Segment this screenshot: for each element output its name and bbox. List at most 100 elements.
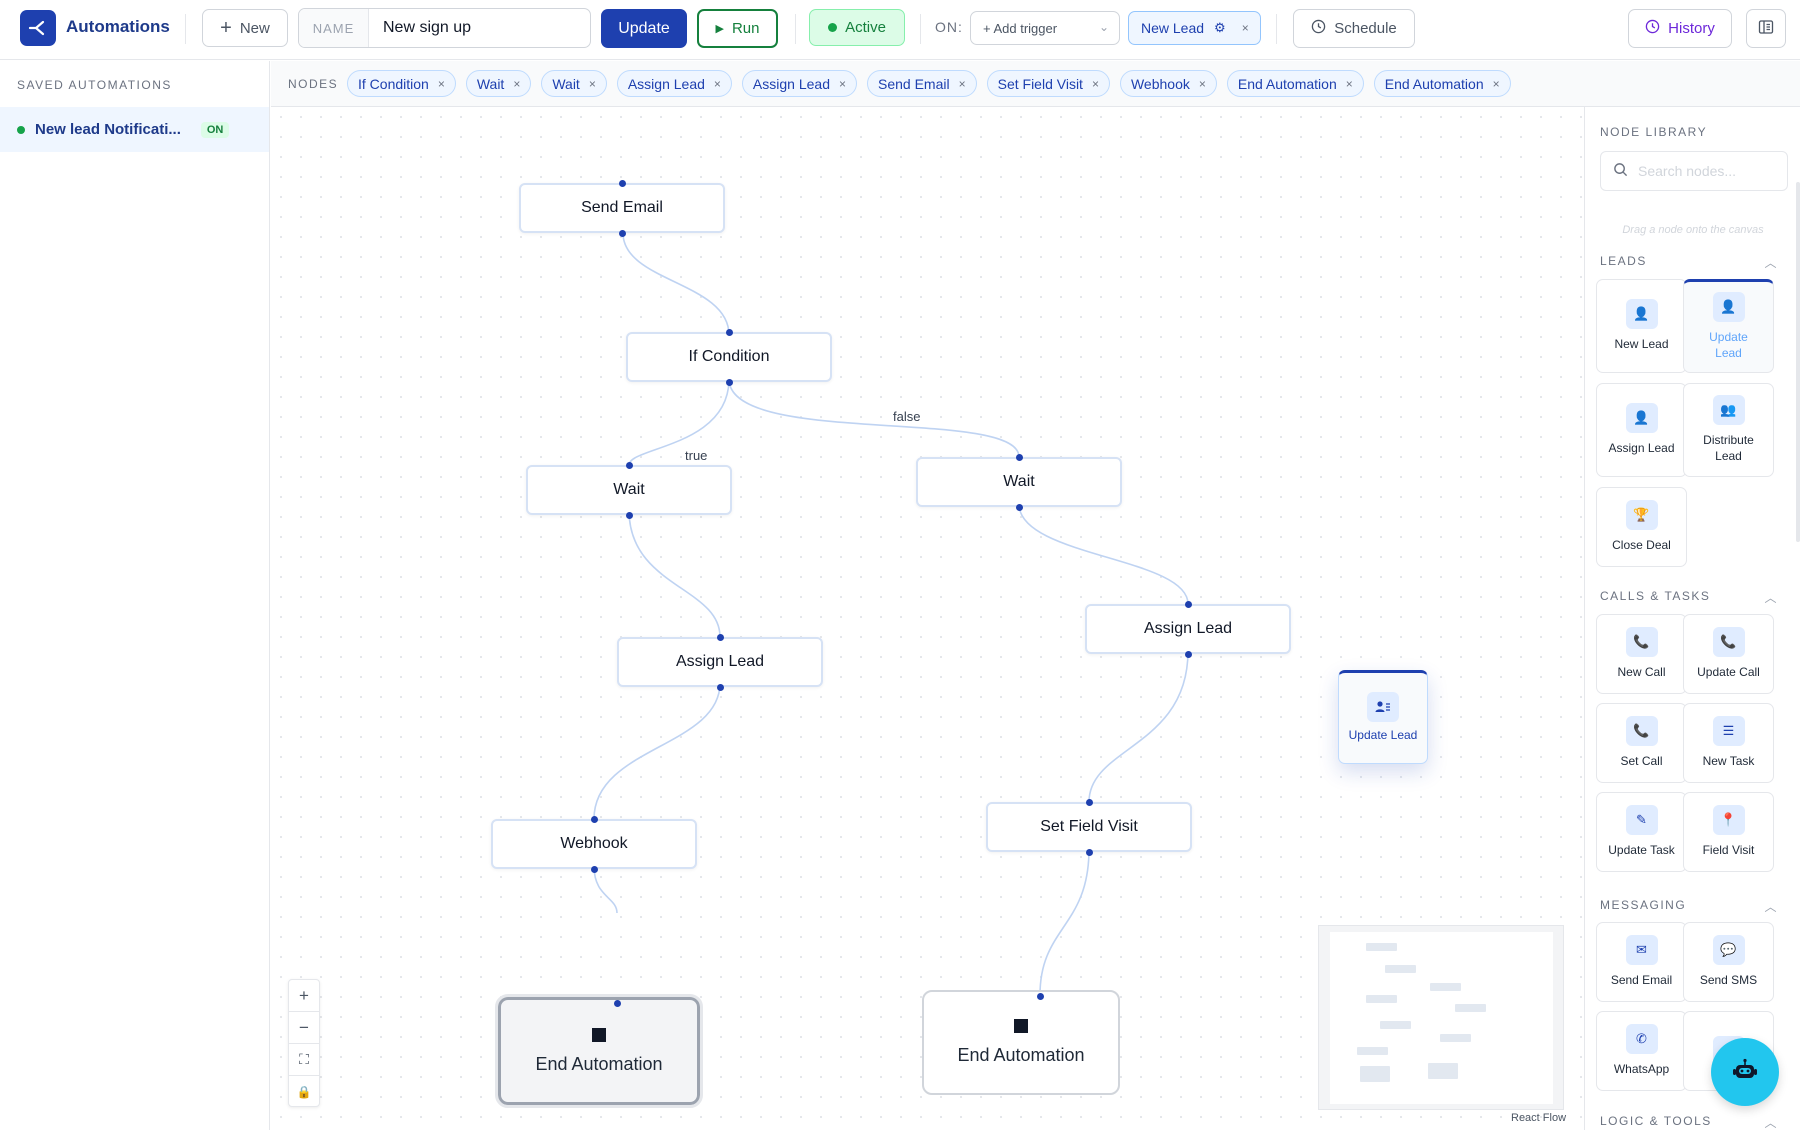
automation-name-field[interactable]: NAME New sign up [298,8,591,48]
node-chip[interactable]: If Condition × [347,70,456,97]
history-button[interactable]: History [1628,9,1732,48]
flow-node-end-automation-left[interactable]: End Automation [495,994,703,1108]
minimap[interactable] [1318,925,1564,1110]
node-chip[interactable]: Webhook × [1119,70,1217,97]
node-chip[interactable]: End Automation × [1373,70,1511,97]
flow-node-if-condition[interactable]: If Condition [626,332,832,382]
dragging-node-update-lead[interactable]: Update Lead [1338,670,1428,764]
node-chip[interactable]: Send Email × [867,70,977,97]
library-node-close-deal[interactable]: 🏆 Close Deal [1596,487,1687,567]
active-toggle[interactable]: Active [809,9,905,46]
close-icon[interactable]: × [839,77,846,91]
library-node-new-call[interactable]: 📞 New Call [1596,614,1687,694]
library-node-set-call[interactable]: 📞 Set Call [1596,703,1687,783]
library-node-new-task[interactable]: ☰ New Task [1683,703,1774,783]
chevron-up-icon[interactable]: ︿ [1764,1114,1778,1130]
library-search-field[interactable]: Search nodes... [1600,151,1788,191]
node-handle[interactable] [619,230,626,237]
flow-node-webhook[interactable]: Webhook [491,819,697,869]
library-node-distribute-lead[interactable]: 👥 Distribute Lead [1683,383,1774,477]
close-icon[interactable]: × [1199,77,1206,91]
nodes-strip-label: NODES [288,77,339,91]
node-chip[interactable]: Wait × [541,70,607,97]
flow-node-assign-lead-left[interactable]: Assign Lead [617,637,823,687]
trigger-on-label: ON: [935,19,963,35]
close-icon[interactable]: × [513,77,520,91]
library-node-update-call[interactable]: 📞 Update Call [1683,614,1774,694]
library-node-update-task[interactable]: ✎ Update Task [1596,792,1687,872]
node-chip[interactable]: Assign Lead × [616,70,732,97]
zoom-in-button[interactable]: + [289,980,319,1012]
node-handle[interactable] [717,634,724,641]
fit-view-button[interactable]: ⛶ [289,1044,319,1076]
node-handle[interactable] [1016,454,1023,461]
node-handle[interactable] [591,816,598,823]
gear-icon[interactable]: ⚙ [1214,20,1226,36]
schedule-button[interactable]: Schedule [1293,9,1415,48]
node-handle[interactable] [1086,799,1093,806]
close-icon[interactable]: × [959,77,966,91]
chevron-up-icon[interactable]: ︿ [1764,898,1778,915]
node-handle[interactable] [726,379,733,386]
library-node-whatsapp[interactable]: ✆ WhatsApp [1596,1011,1687,1091]
library-scrollbar[interactable] [1796,182,1800,542]
update-button[interactable]: Update [601,9,687,48]
name-label: NAME [299,9,369,47]
section-leads-header[interactable]: LEADS ︿ [1600,254,1778,271]
name-input[interactable]: New sign up [369,9,471,47]
node-handle[interactable] [726,329,733,336]
chatbot-button[interactable] [1711,1038,1779,1106]
close-icon[interactable]: × [1092,77,1099,91]
node-handle[interactable] [626,512,633,519]
chevron-up-icon[interactable]: ︿ [1764,254,1778,271]
flow-node-end-automation-right[interactable]: End Automation [922,990,1120,1095]
lock-button[interactable]: 🔒 [289,1076,319,1108]
close-icon[interactable]: × [1493,77,1500,91]
section-logic-header[interactable]: LOGIC & TOOLS ︿ [1600,1114,1778,1130]
node-handle[interactable] [1016,504,1023,511]
new-button[interactable]: + New [202,9,288,47]
zoom-out-button[interactable]: − [289,1012,319,1044]
library-node-send-email[interactable]: ✉ Send Email [1596,922,1687,1002]
flow-canvas[interactable]: true false Send Email If Condition Wait … [271,107,1584,1130]
library-node-assign-lead[interactable]: 👤 Assign Lead [1596,383,1687,477]
library-node-send-sms[interactable]: 💬 Send SMS [1683,922,1774,1002]
node-chip[interactable]: End Automation × [1226,70,1364,97]
node-handle[interactable] [1037,993,1044,1000]
flow-node-wait-true[interactable]: Wait [526,465,732,515]
chevron-up-icon[interactable]: ︿ [1764,589,1778,606]
node-handle[interactable] [591,866,598,873]
plus-icon: + [299,985,309,1005]
node-chip[interactable]: Assign Lead × [741,70,857,97]
node-handle[interactable] [614,1000,621,1007]
flow-node-send-email[interactable]: Send Email [519,183,725,233]
node-handle[interactable] [1185,651,1192,658]
close-icon[interactable]: × [589,77,596,91]
node-handle[interactable] [626,462,633,469]
react-flow-attribution[interactable]: React Flow [1511,1112,1566,1124]
flow-node-assign-lead-right[interactable]: Assign Lead [1085,604,1291,654]
close-icon[interactable]: × [1346,77,1353,91]
run-button[interactable]: ▶ Run [697,9,778,48]
close-icon[interactable]: × [714,77,721,91]
node-handle[interactable] [1185,601,1192,608]
node-chip[interactable]: Set Field Visit × [986,70,1110,97]
saved-automation-item[interactable]: New lead Notificati... ON [0,107,269,152]
section-calls-header[interactable]: CALLS & TASKS ︿ [1600,589,1778,606]
close-icon[interactable]: × [1242,21,1249,35]
add-trigger-select[interactable]: + Add trigger ⌄ [970,11,1120,45]
toggle-panel-button[interactable] [1746,9,1786,48]
trigger-chip-new-lead[interactable]: New Lead ⚙ × [1128,11,1261,45]
node-handle[interactable] [619,180,626,187]
library-node-field-visit[interactable]: 📍 Field Visit [1683,792,1774,872]
library-node-update-lead[interactable]: 👤 Update Lead [1683,279,1774,373]
flow-node-wait-false[interactable]: Wait [916,457,1122,507]
flow-node-set-field-visit[interactable]: Set Field Visit [986,802,1192,852]
node-chip[interactable]: Wait × [465,70,532,97]
library-node-new-lead[interactable]: 👤 New Lead [1596,279,1687,373]
close-icon[interactable]: × [438,77,445,91]
search-input[interactable]: Search nodes... [1638,163,1736,179]
node-handle[interactable] [1086,849,1093,856]
section-messaging-header[interactable]: MESSAGING ︿ [1600,898,1778,915]
node-handle[interactable] [717,684,724,691]
